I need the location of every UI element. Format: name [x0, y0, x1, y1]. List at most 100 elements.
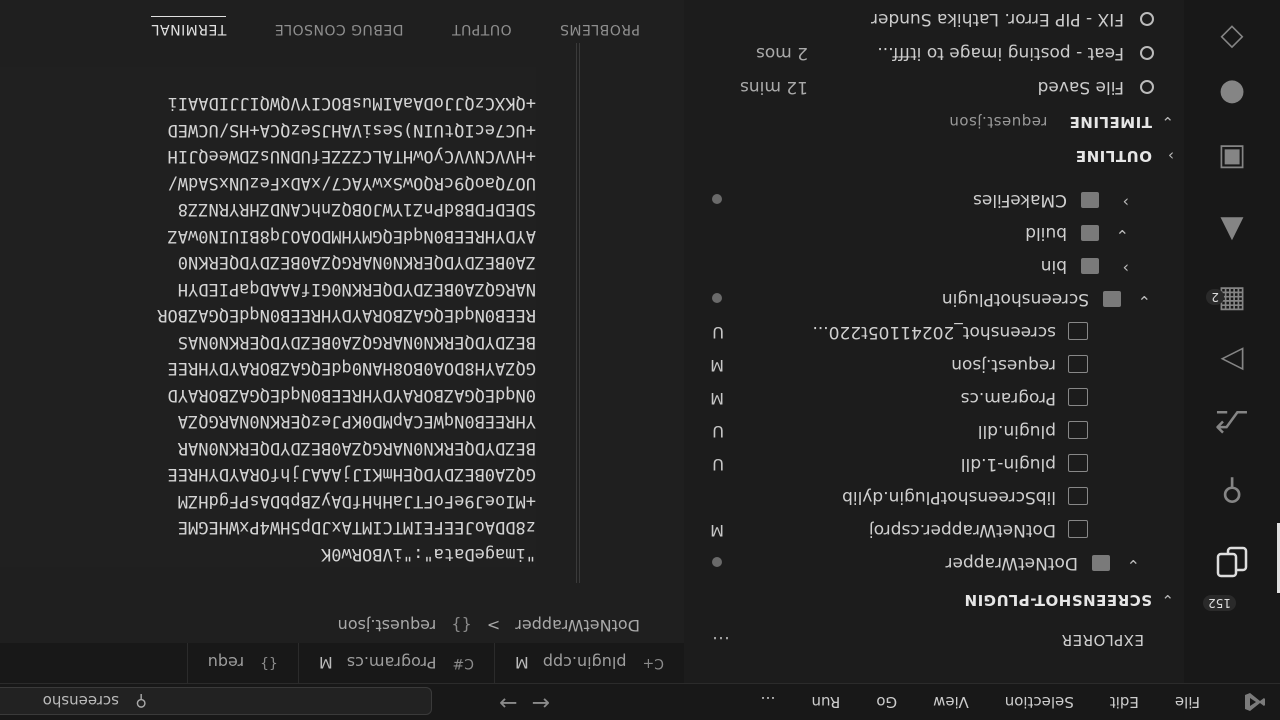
menu-item-5[interactable]: Run [796, 693, 861, 711]
code-editor[interactable]: "imageData":"iVBORw0K z8DDAoJEEFEIMTCIMTA… [0, 67, 536, 567]
image-icon [1068, 322, 1088, 340]
timeline-item-age: 2 mos [755, 43, 808, 63]
code-line: +UC7ecIQtUIN)SesiVAHJSezQCA+HS/UCWED [167, 120, 536, 140]
timeline-item-label: Feat - posting image to itfff... [877, 43, 1124, 63]
workspace-root[interactable]: ⌄ SCREENSHOT-PLUGIN [964, 591, 1174, 609]
tree-item-label: ScreenshotPlugin [941, 289, 1089, 309]
code-line: REEB0NqdEQGAZBORAYDYHREEB0NqdEQGAZBOR [157, 305, 536, 326]
editor-tab[interactable]: {} requ [186, 643, 298, 683]
timeline-item[interactable]: Feat - posting image to itfff... 2 mos [756, 43, 1154, 63]
tree-item-label: CMakeFiles [973, 190, 1067, 210]
tab-modified-badge: M [318, 653, 333, 673]
source-control-icon[interactable]: ⎇ [1208, 397, 1256, 445]
more-actions-icon[interactable]: … [712, 632, 730, 653]
editor-tab[interactable]: C+ plugin.cpp M [493, 643, 684, 683]
code-line: GQZA0BEZDYDQEHmKIJjAAAJjhfORAYDYHREE [167, 464, 536, 485]
panel-tab-problems[interactable]: PROBLEMS [560, 16, 640, 37]
search-activity-icon[interactable]: ⚲ [1208, 467, 1256, 515]
editor-tabs: C+ plugin.cpp M C# Program.cs M {} requ [0, 643, 684, 683]
breadcrumb-folder[interactable]: DotNetWrapper [515, 616, 640, 635]
tree-item[interactable]: plugin-1.dll U [704, 448, 1184, 478]
timeline-label: TIMELINE [1069, 113, 1152, 131]
command-center-search[interactable]: ⚲ screensho [0, 687, 432, 715]
folder-icon [1081, 258, 1099, 274]
code-line: +QKXCzQJJoDAaAIMusBOCIYVQWQIJJIDAAIi [167, 93, 536, 114]
remote-explorer-icon[interactable]: ▣ [1208, 135, 1256, 183]
git-status: M [710, 389, 724, 408]
tree-item-label: DotNetWrapper [945, 553, 1078, 573]
vscode-logo-icon [1245, 693, 1265, 711]
code-line: UO7QaoQ9cRQOwSxwYAC7/xADxFezUNxSAdW/ [167, 173, 536, 193]
tree-item[interactable]: › CMakeFiles [704, 184, 1184, 214]
workspace-root-label: SCREENSHOT-PLUGIN [964, 591, 1152, 609]
timeline-item[interactable]: File Saved 12 mins [740, 77, 1154, 97]
tree-item[interactable]: DotNetWrapper.csproj M [704, 514, 1184, 544]
file-type-icon: C+ [642, 655, 664, 671]
tab-modified-badge: M [514, 653, 529, 673]
back-arrow-icon[interactable]: ← [532, 690, 550, 715]
tree-item[interactable]: screenshot_20241105t220... U [704, 316, 1184, 346]
dll-icon [1068, 421, 1088, 439]
menu-item-3[interactable]: View [917, 693, 989, 711]
tree-item[interactable]: ⌄ build [704, 217, 1184, 247]
dll-icon [1068, 454, 1088, 472]
code-line: z8DDAoJEEFEIMTCIMTAxJDp5HW4PxWHEGME [177, 517, 536, 538]
outline-section[interactable]: › OUTLINE [1075, 147, 1174, 165]
cs-icon [1068, 388, 1088, 406]
menu-item-0[interactable]: File [1159, 693, 1220, 711]
git-status: U [712, 455, 724, 474]
csproj-icon [1068, 520, 1088, 538]
modified-dot-icon [712, 557, 722, 567]
panel-tab-terminal[interactable]: TERMINAL [151, 16, 227, 37]
tree-item-label: request.json [951, 355, 1056, 375]
tree-item-label: Program.cs [960, 388, 1056, 408]
modified-dot-icon [712, 194, 722, 204]
editor-tab[interactable]: C# Program.cs M [297, 643, 494, 683]
breadcrumb: DotNetWrapper > {} request.json [338, 616, 640, 635]
menu-item-2[interactable]: Selection [989, 693, 1094, 711]
tree-item[interactable]: plugin.dll U [704, 415, 1184, 445]
outline-label: OUTLINE [1075, 147, 1152, 165]
menu-item-1[interactable]: Edit [1094, 693, 1159, 711]
tree-item[interactable]: › bin [704, 250, 1184, 280]
accounts-icon[interactable]: ● [1208, 70, 1256, 118]
menu-bar: File Edit Selection View Go Run… [745, 684, 1221, 720]
file-type-icon: C# [452, 655, 474, 671]
tree-item[interactable]: request.json M [704, 349, 1184, 379]
file-icon [1068, 487, 1088, 505]
breadcrumb-file[interactable]: request.json [338, 616, 437, 635]
git-status: U [712, 422, 724, 441]
tree-item[interactable]: libScreenshotPlugin.dylib [704, 481, 1184, 511]
menu-item-4[interactable]: Go [860, 693, 917, 711]
tree-item-label: plugin.dll [977, 421, 1056, 441]
timeline-item[interactable]: FIX - PIP Error. Lathika Sunder [871, 9, 1154, 29]
timeline-item-label: FIX - PIP Error. Lathika Sunder [871, 9, 1124, 29]
editor-tab-label: plugin.cpp [542, 653, 627, 673]
tree-item[interactable]: ⌄ ScreenshotPlugin [704, 283, 1184, 313]
timeline-section[interactable]: ⌄ TIMELINE request.json [949, 113, 1174, 131]
navigation-arrows: ← → [499, 690, 550, 715]
search-icon: ⚲ [135, 692, 147, 711]
explorer-icon[interactable] [1208, 538, 1256, 586]
editor-tab-label: requ [207, 653, 245, 673]
panel-tab-debug-console[interactable]: DEBUG CONSOLE [274, 16, 403, 37]
timeline-item-age: 12 mins [740, 77, 808, 97]
forward-arrow-icon[interactable]: → [499, 690, 517, 715]
copilot-icon[interactable]: ◇ [1208, 15, 1256, 63]
code-line: AYDYHREEB0NqdEQGMYHMDOAOJq8BIUIN0wAZ [167, 226, 536, 246]
panel-tab-output[interactable]: OUTPUT [452, 16, 512, 37]
code-line: +MIoeJ9eFoFTJaHhHfDAyZBpbDAsPFgdHZM [177, 491, 536, 511]
code-line: +HVVCNVVCyOwHTALCZZZEfUDNUsZDWeeQJIH [167, 146, 536, 167]
menu-item-6[interactable]: … [745, 693, 796, 711]
run-debug-icon[interactable]: ▷ [1208, 337, 1256, 385]
tree-item[interactable]: Program.cs M [704, 382, 1184, 412]
code-line: BEZDYDQERKN0NARGQZA0BEZDYDQERKN0NAS [177, 332, 536, 352]
chevron-right-icon: › [1167, 147, 1175, 165]
tree-item-label: DotNetWrapper.csproj [868, 520, 1056, 540]
explorer-title: EXPLORER [1061, 631, 1144, 649]
breadcrumb-separator: > [486, 616, 501, 635]
testing-icon[interactable]: ▲ [1208, 207, 1256, 255]
tree-item[interactable]: ⌄ DotNetWrapper [704, 547, 1184, 577]
folder-icon [1103, 291, 1121, 307]
folder-icon [1081, 192, 1099, 208]
